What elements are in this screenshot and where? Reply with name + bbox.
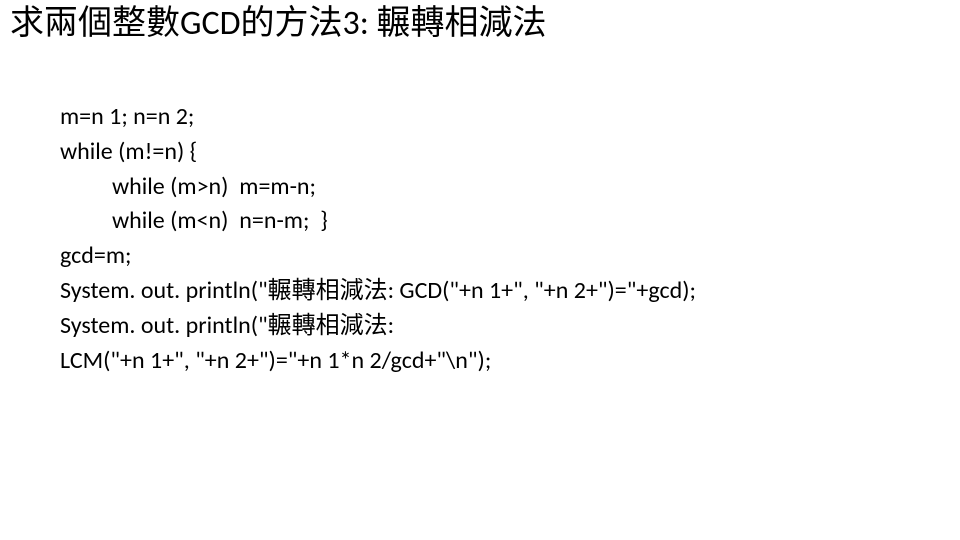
code-line: System. out. println("輾轉相減法: GCD("+n 1+"… <box>60 274 920 309</box>
slide-title: 求兩個整數GCD的方法3: 輾轉相減法 <box>10 4 547 45</box>
code-line: gcd=m; <box>60 239 920 274</box>
code-line: while (m<n) n=n-m; } <box>60 204 920 239</box>
code-line: while (m!=n) { <box>60 135 920 170</box>
code-line: LCM("+n 1+", "+n 2+")="+n 1*n 2/gcd+"\n"… <box>60 344 920 379</box>
slide: 求兩個整數GCD的方法3: 輾轉相減法 m=n 1; n=n 2; while … <box>0 0 960 540</box>
code-line: m=n 1; n=n 2; <box>60 100 920 135</box>
code-line: while (m>n) m=m-n; <box>60 170 920 205</box>
slide-body: m=n 1; n=n 2; while (m!=n) { while (m>n)… <box>60 100 920 378</box>
code-line: System. out. println("輾轉相減法: <box>60 309 920 344</box>
